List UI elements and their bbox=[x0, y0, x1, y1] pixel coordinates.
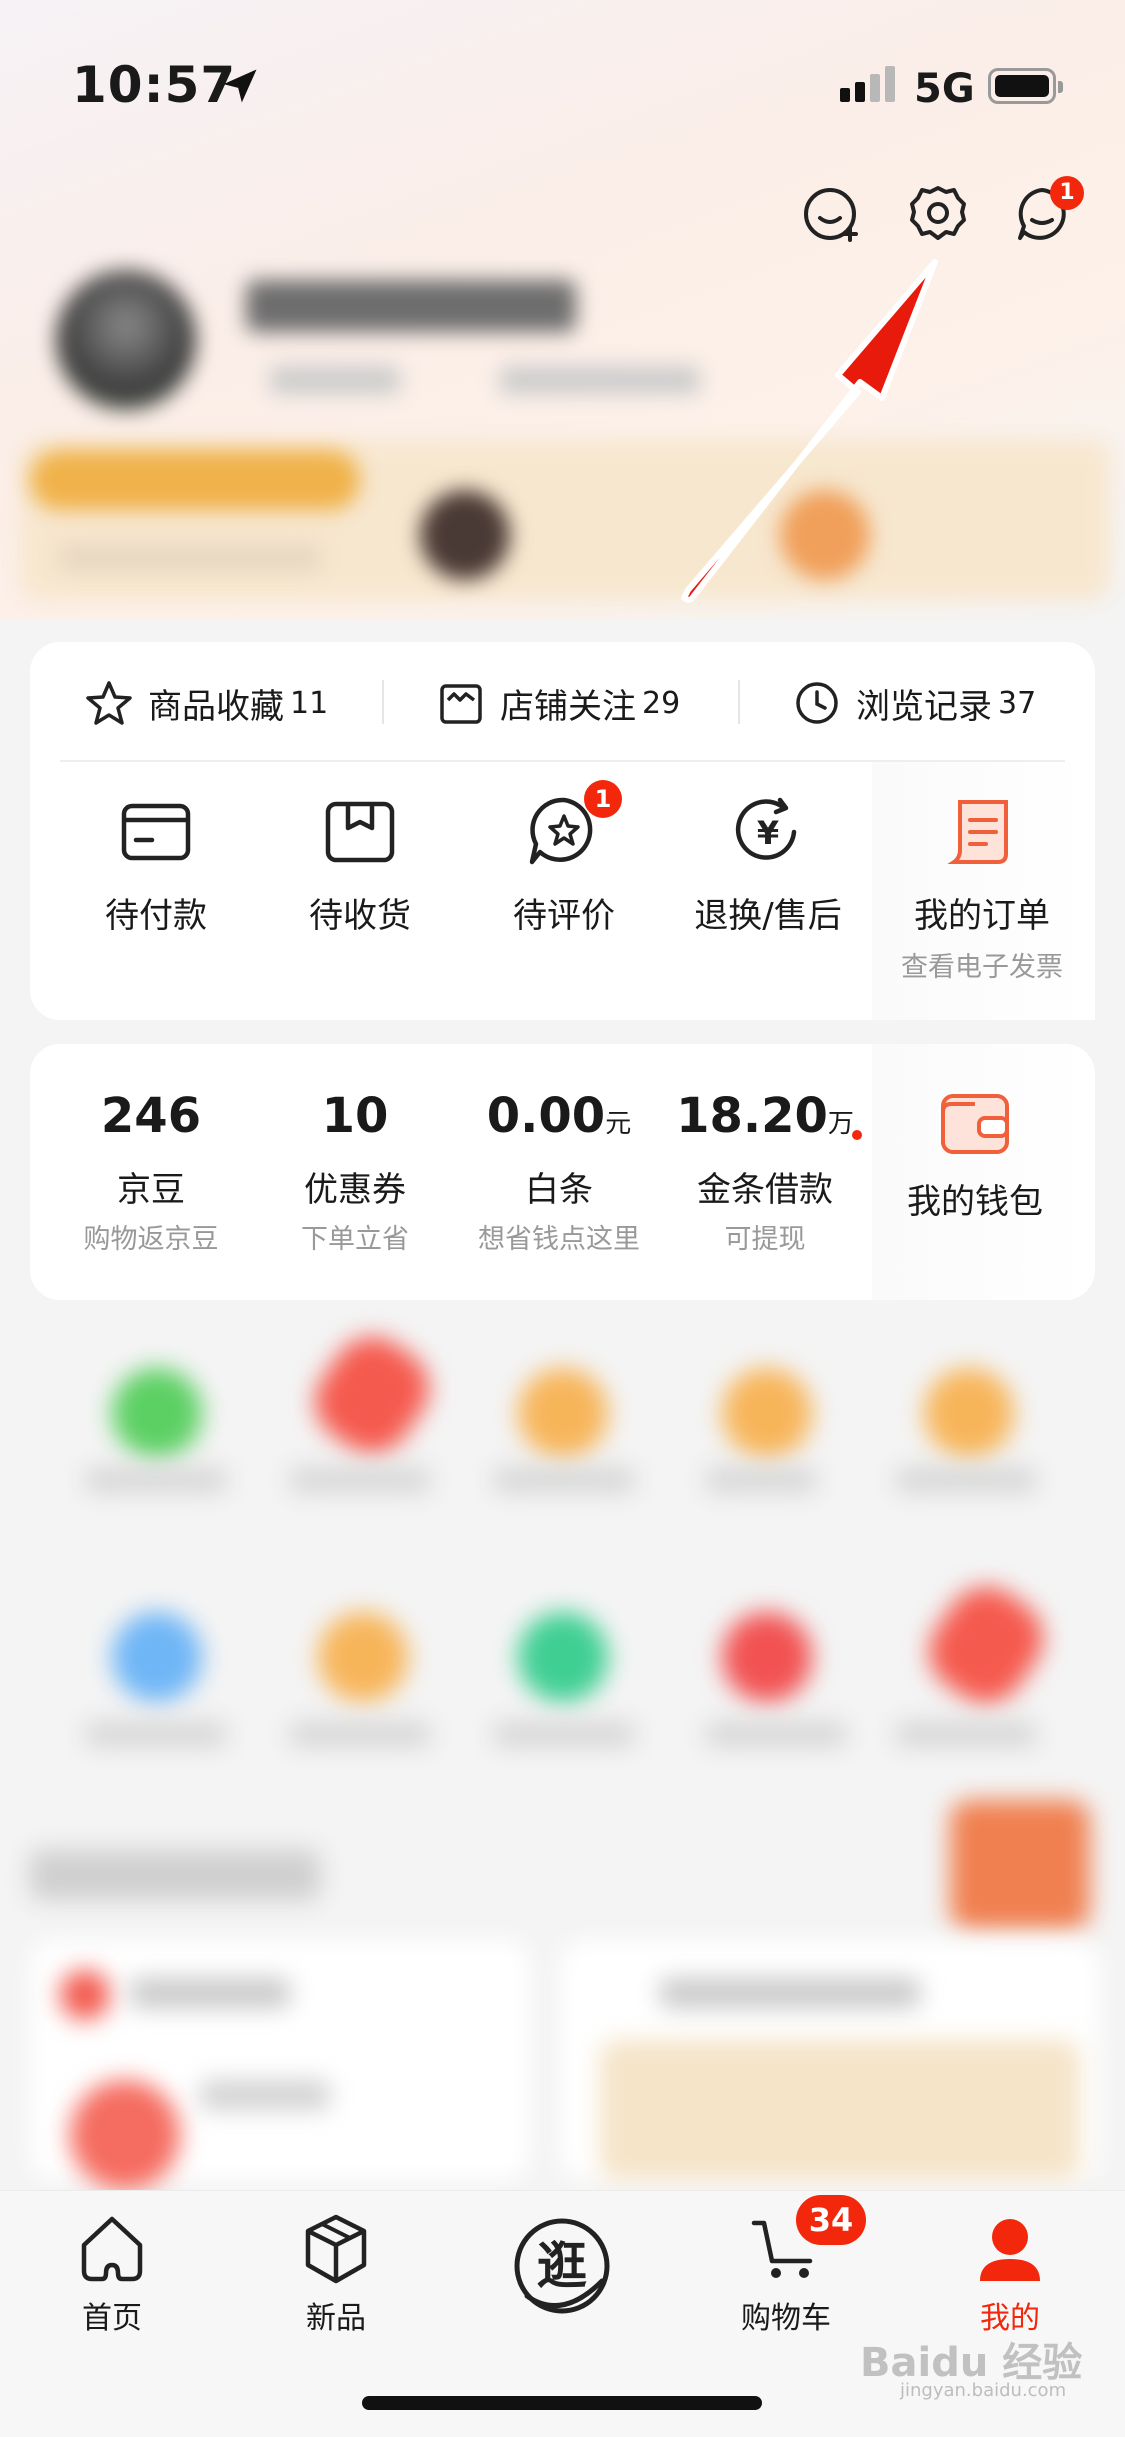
home-icon bbox=[81, 2216, 143, 2282]
vip-icon-blurred bbox=[420, 490, 510, 580]
my-orders[interactable]: 我的订单 查看电子发票 bbox=[882, 792, 1082, 984]
asset-baitiao[interactable]: 0.00元 白条 想省钱点这里 bbox=[454, 1088, 664, 1256]
order-pending-payment[interactable]: 待付款 bbox=[56, 792, 256, 937]
network-type: 5G bbox=[914, 66, 975, 112]
explore-label: 逛 bbox=[537, 2237, 587, 2295]
order-pending-review[interactable]: 1 待评价 bbox=[464, 780, 664, 937]
asset-name: 优惠券 bbox=[304, 1170, 406, 1210]
home-indicator bbox=[362, 2396, 762, 2410]
order-label: 我的订单 bbox=[914, 896, 1050, 936]
wallet-card-icon bbox=[121, 803, 191, 861]
service-icon[interactable] bbox=[318, 1612, 408, 1702]
order-label: 待收货 bbox=[309, 896, 411, 936]
service-icon[interactable] bbox=[112, 1612, 202, 1702]
new-dot bbox=[852, 1130, 862, 1140]
avatar[interactable] bbox=[56, 270, 196, 410]
status-time: 10:57 bbox=[72, 56, 237, 114]
message-badge: 1 bbox=[1050, 176, 1084, 210]
cart-badge: 34 bbox=[796, 2195, 866, 2245]
watermark-url: jingyan.baidu.com bbox=[900, 2380, 1067, 2401]
location-arrow-icon bbox=[223, 69, 257, 103]
service-icon[interactable] bbox=[722, 1368, 812, 1458]
assets-card: 246 京豆 购物返京豆 10 优惠券 下单立省 0.00元 白条 想省钱点这里… bbox=[30, 1044, 1095, 1300]
order-pending-delivery[interactable]: 待收货 bbox=[260, 792, 460, 937]
shortcut-label: 浏览记录 bbox=[856, 686, 992, 727]
profile-sub-blurred bbox=[500, 366, 700, 394]
asset-jingdou[interactable]: 246 京豆 购物返京豆 bbox=[46, 1088, 256, 1256]
status-bar: 10:57 5G bbox=[0, 50, 1125, 130]
shortcut-count: 37 bbox=[998, 685, 1037, 721]
service-icon[interactable] bbox=[722, 1612, 812, 1702]
wallet-icon bbox=[941, 1094, 1009, 1154]
nav-new[interactable]: 新品 bbox=[246, 2209, 426, 2337]
nickname-blurred bbox=[246, 280, 576, 332]
floating-promo-blurred[interactable] bbox=[950, 1800, 1090, 1930]
shortcut-count: 29 bbox=[642, 685, 681, 721]
my-wallet[interactable]: 我的钱包 bbox=[870, 1084, 1080, 1223]
nav-me[interactable]: 我的 bbox=[920, 2209, 1100, 2337]
service-icon[interactable] bbox=[112, 1368, 202, 1458]
asset-name: 京豆 bbox=[117, 1170, 185, 1210]
profile-icon bbox=[980, 2219, 1040, 2281]
order-label: 退换/售后 bbox=[694, 896, 842, 936]
asset-name: 金条借款 bbox=[697, 1170, 833, 1210]
followed-stores-shortcut[interactable]: 店铺关注 29 bbox=[436, 678, 680, 728]
order-sublabel: 查看电子发票 bbox=[901, 952, 1063, 983]
service-icon[interactable] bbox=[518, 1368, 608, 1458]
service-icon[interactable] bbox=[299, 1321, 445, 1469]
asset-value: 18.20 bbox=[676, 1088, 828, 1144]
shortcut-count: 11 bbox=[290, 685, 329, 721]
nav-explore[interactable]: 逛 bbox=[472, 2211, 652, 2321]
asset-hint: 下单立省 bbox=[301, 1224, 409, 1255]
asset-value: 246 bbox=[100, 1088, 202, 1144]
asset-hint: 想省钱点这里 bbox=[478, 1224, 640, 1255]
asset-hint: 可提现 bbox=[724, 1224, 806, 1255]
store-icon bbox=[440, 684, 482, 724]
package-icon bbox=[325, 801, 395, 863]
vip-text-blurred bbox=[60, 545, 320, 571]
vip-tag-blurred bbox=[30, 450, 360, 510]
shortcut-label: 店铺关注 bbox=[500, 686, 636, 727]
nav-label: 首页 bbox=[82, 2301, 142, 2336]
asset-unit: 万 bbox=[827, 1109, 854, 1139]
orders-card: 商品收藏 11 店铺关注 29 浏览记录 37 待付款 待收货 1 待评价 ¥ … bbox=[30, 642, 1095, 1020]
customer-service-icon[interactable] bbox=[800, 182, 864, 246]
vip-icon-blurred bbox=[780, 490, 870, 580]
asset-coupons[interactable]: 10 优惠券 下单立省 bbox=[250, 1088, 460, 1256]
battery-icon bbox=[988, 68, 1063, 104]
svg-text:¥: ¥ bbox=[757, 814, 779, 852]
signal-icon bbox=[840, 66, 900, 102]
service-icon[interactable] bbox=[924, 1368, 1014, 1458]
asset-name: 白条 bbox=[525, 1170, 593, 1210]
nav-label: 新品 bbox=[306, 2301, 366, 2336]
wallet-label: 我的钱包 bbox=[907, 1182, 1043, 1222]
asset-hint: 购物返京豆 bbox=[83, 1224, 219, 1255]
history-shortcut[interactable]: 浏览记录 37 bbox=[792, 678, 1036, 728]
order-list-icon bbox=[947, 800, 1008, 864]
service-icon[interactable] bbox=[913, 1571, 1059, 1719]
clock-icon bbox=[796, 682, 838, 724]
favorites-shortcut[interactable]: 商品收藏 11 bbox=[84, 678, 328, 728]
settings-gear-icon[interactable] bbox=[906, 182, 970, 246]
cube-icon bbox=[305, 2214, 367, 2284]
nav-home[interactable]: 首页 bbox=[22, 2209, 202, 2337]
nav-label: 购物车 bbox=[741, 2301, 831, 2336]
explore-icon: 逛 bbox=[514, 2218, 610, 2314]
nav-cart[interactable]: 34 购物车 bbox=[696, 2195, 876, 2337]
profile-sub-blurred bbox=[270, 366, 400, 394]
shortcut-label: 商品收藏 bbox=[148, 686, 284, 727]
service-icon[interactable] bbox=[518, 1612, 608, 1702]
review-badge: 1 bbox=[584, 780, 622, 818]
asset-value: 10 bbox=[321, 1088, 389, 1144]
order-returns[interactable]: ¥ 退换/售后 bbox=[668, 792, 868, 937]
refund-icon: ¥ bbox=[735, 797, 797, 860]
shortcut-row: 商品收藏 11 店铺关注 29 浏览记录 37 bbox=[30, 642, 1095, 762]
star-icon bbox=[86, 681, 132, 725]
asset-jintiao[interactable]: 18.20万 金条借款 可提现 bbox=[660, 1088, 870, 1256]
order-label: 待付款 bbox=[105, 896, 207, 936]
order-label: 待评价 bbox=[513, 896, 615, 936]
asset-unit: 元 bbox=[605, 1109, 632, 1139]
asset-value: 0.00 bbox=[486, 1088, 606, 1144]
